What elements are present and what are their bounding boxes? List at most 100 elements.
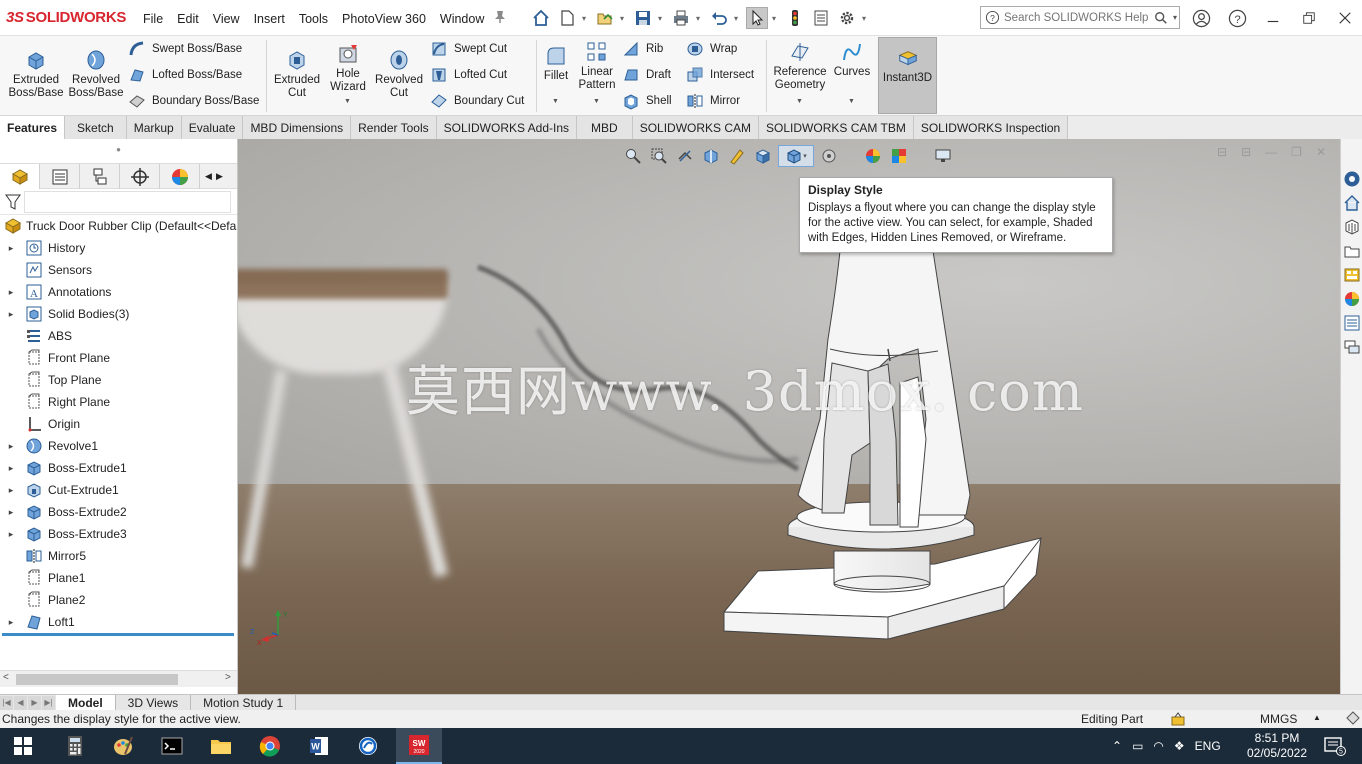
tree-root-part[interactable]: Truck Door Rubber Clip (Default<<Defa — [0, 215, 237, 237]
expand-arrow-icon[interactable]: ▸ — [4, 529, 18, 540]
reference-geometry-dropdown-icon[interactable]: ▼ — [796, 98, 803, 105]
curves-button[interactable]: Curves — [832, 40, 872, 79]
wifi-icon[interactable]: ◠ — [1153, 739, 1163, 753]
swept-boss-button[interactable]: Swept Boss/Base — [128, 39, 242, 59]
tabs-scroll-right[interactable]: ▶ — [214, 164, 225, 189]
tree-item-sensors[interactable]: Sensors — [0, 259, 237, 281]
linear-pattern-button[interactable]: Linear Pattern — [576, 40, 618, 92]
horizontal-scrollbar[interactable]: < > — [0, 670, 237, 687]
solidworks-resources-icon[interactable] — [1342, 169, 1362, 189]
shell-button[interactable]: Shell — [622, 91, 672, 111]
search-input[interactable] — [1004, 11, 1154, 24]
intersect-button[interactable]: Intersect — [686, 65, 754, 85]
configuration-manager-tab[interactable] — [80, 164, 120, 189]
search-dropdown-icon[interactable]: ▾ — [1173, 13, 1177, 22]
view-palette-icon[interactable] — [1342, 265, 1362, 285]
tab-solidworks-cam-tbm[interactable]: SOLIDWORKS CAM TBM — [759, 116, 914, 139]
tree-item-abs[interactable]: ABS — [0, 325, 237, 347]
tab-mbd-dimensions[interactable]: MBD Dimensions — [243, 116, 352, 139]
search-icon[interactable] — [1154, 11, 1168, 25]
expand-arrow-icon[interactable]: ▸ — [4, 441, 18, 452]
filter-input[interactable] — [24, 190, 231, 213]
user-account-icon[interactable] — [1190, 7, 1212, 29]
hole-wizard-button[interactable]: Hole Wizard — [326, 42, 370, 94]
tabs-scroll-left[interactable]: ◀ — [203, 164, 214, 189]
language-indicator[interactable]: ENG — [1195, 739, 1221, 753]
home-icon[interactable] — [530, 7, 552, 29]
menu-tools[interactable]: Tools — [292, 10, 335, 28]
open-dropdown-icon[interactable]: ▾ — [620, 14, 628, 23]
zoom-to-fit-icon[interactable] — [622, 145, 644, 167]
expand-arrow-icon[interactable]: ▸ — [4, 485, 18, 496]
viewport-minimize-icon[interactable]: — — [1265, 145, 1277, 159]
notification-center-icon[interactable]: 5 — [1322, 736, 1346, 756]
design-library-home-icon[interactable] — [1342, 193, 1362, 213]
expand-arrow-icon[interactable]: ▸ — [4, 243, 18, 254]
tab-model[interactable]: Model — [56, 694, 116, 711]
file-explorer-taskbar-icon[interactable] — [198, 728, 244, 764]
tab-sketch[interactable]: Sketch — [65, 116, 127, 139]
scroll-thumb[interactable] — [16, 674, 178, 685]
display-style-icon[interactable]: ▾ — [778, 145, 814, 167]
linear-pattern-dropdown-icon[interactable]: ▼ — [593, 98, 600, 105]
file-explorer-icon[interactable] — [1342, 241, 1362, 261]
new-document-icon[interactable] — [556, 7, 578, 29]
custom-properties-icon[interactable] — [1342, 313, 1362, 333]
extruded-boss-button[interactable]: Extruded Boss/Base — [6, 48, 66, 100]
print-dropdown-icon[interactable]: ▾ — [696, 14, 704, 23]
save-dropdown-icon[interactable]: ▾ — [658, 14, 666, 23]
select-dropdown-icon[interactable]: ▾ — [772, 14, 780, 23]
tab-solidworks-inspection[interactable]: SOLIDWORKS Inspection — [913, 116, 1069, 139]
solidworks-logo[interactable]: 3S SOLIDWORKS — [6, 9, 126, 26]
battery-icon[interactable]: ▭ — [1132, 739, 1143, 753]
expand-arrow-icon[interactable]: ▸ — [4, 617, 18, 628]
viewport-tile-right-icon[interactable]: ⊟ — [1241, 145, 1251, 159]
hide-show-items-icon[interactable] — [818, 145, 840, 167]
property-manager-tab[interactable] — [40, 164, 80, 189]
undo-dropdown-icon[interactable]: ▾ — [734, 14, 742, 23]
tab-features[interactable]: Features — [0, 116, 66, 139]
first-tab-icon[interactable]: |◀ — [0, 695, 13, 710]
tab-solidworks-cam[interactable]: SOLIDWORKS CAM — [632, 116, 760, 139]
expand-arrow-icon[interactable]: ▸ — [4, 463, 18, 474]
word-icon[interactable]: W — [296, 728, 342, 764]
forum-icon[interactable] — [1342, 337, 1362, 357]
calculator-icon[interactable] — [52, 728, 98, 764]
viewport-tile-left-icon[interactable]: ⊟ — [1217, 145, 1227, 159]
lofted-cut-button[interactable]: Lofted Cut — [430, 65, 507, 85]
tree-item-solid-bodies-3[interactable]: ▸ Solid Bodies(3) — [0, 303, 237, 325]
graphics-area[interactable]: 莫西网www. 3dmox. com ▾ ⊟ ⊟ — ❐ ✕ Display S… — [238, 139, 1340, 694]
menu-edit[interactable]: Edit — [170, 10, 206, 28]
new-dropdown-icon[interactable]: ▾ — [582, 14, 590, 23]
hole-wizard-dropdown-icon[interactable]: ▼ — [344, 98, 351, 105]
minimize-icon[interactable] — [1262, 7, 1284, 29]
tree-item-origin[interactable]: Origin — [0, 413, 237, 435]
display-manager-tab[interactable] — [160, 164, 200, 189]
scroll-left-icon[interactable]: < — [3, 672, 9, 683]
rollback-bar[interactable] — [2, 633, 234, 636]
extruded-cut-button[interactable]: Extruded Cut — [270, 48, 324, 100]
tab-evaluate[interactable]: Evaluate — [181, 116, 244, 139]
reference-triad[interactable]: Y Z X — [248, 607, 288, 647]
tree-item-plane1[interactable]: Plane1 — [0, 567, 237, 589]
feature-manager-tab[interactable] — [0, 164, 40, 189]
unit-system[interactable]: MMGS — [1260, 712, 1297, 726]
draft-button[interactable]: Draft — [622, 65, 671, 85]
menu-view[interactable]: View — [206, 10, 247, 28]
dropbox-icon[interactable]: ❖ — [1174, 739, 1185, 753]
print-icon[interactable] — [670, 7, 692, 29]
windows-start-icon[interactable] — [0, 728, 46, 764]
menu-photoview[interactable]: PhotoView 360 — [335, 10, 433, 28]
options-gear-icon[interactable] — [836, 7, 858, 29]
rebuild-status-icon[interactable] — [1170, 711, 1186, 727]
revolved-boss-button[interactable]: Revolved Boss/Base — [68, 48, 124, 100]
units-dropdown-icon[interactable]: ▲ — [1313, 713, 1321, 722]
file-properties-icon[interactable] — [810, 7, 832, 29]
edit-appearance-icon[interactable] — [862, 145, 884, 167]
previous-view-icon[interactable] — [674, 145, 696, 167]
zoom-to-area-icon[interactable] — [648, 145, 670, 167]
wrap-button[interactable]: Wrap — [686, 39, 737, 59]
tab-mbd[interactable]: MBD — [577, 116, 633, 139]
tab-motion-study-1[interactable]: Motion Study 1 — [191, 694, 297, 711]
tab-3d-views[interactable]: 3D Views — [115, 694, 192, 711]
